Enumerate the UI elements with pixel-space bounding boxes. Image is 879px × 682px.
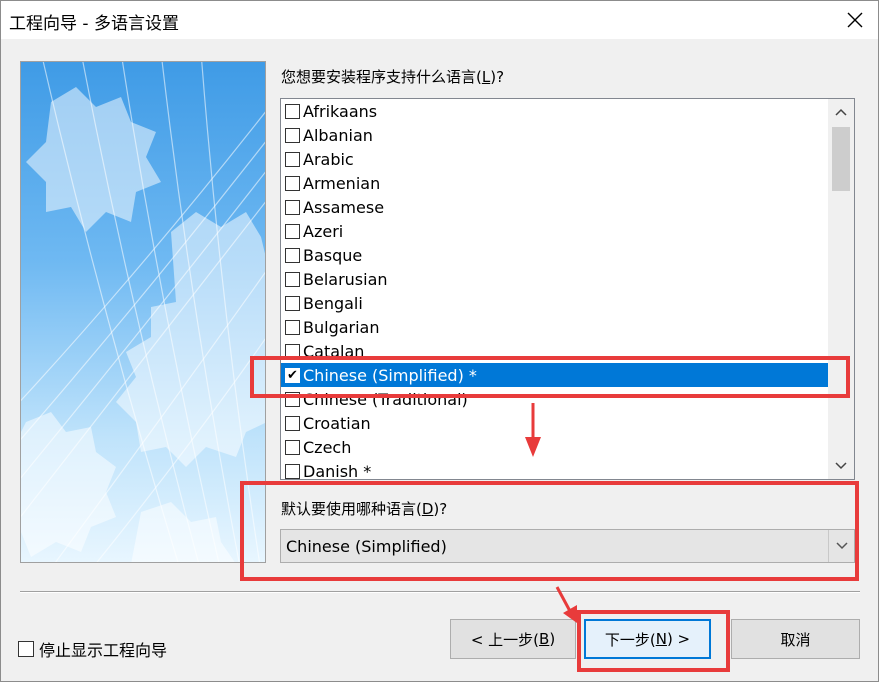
language-label: Assamese: [303, 197, 385, 217]
list-item[interactable]: Bengali: [281, 291, 829, 315]
stop-wizard-label: 停止显示工程向导: [39, 641, 168, 660]
title-bar: 工程向导 - 多语言设置: [1, 1, 878, 39]
language-checkbox[interactable]: [285, 103, 300, 119]
list-item[interactable]: Afrikaans: [281, 99, 829, 123]
dropdown-toggle[interactable]: [828, 530, 854, 562]
close-button[interactable]: [832, 1, 878, 39]
back-button[interactable]: < 上一步(B): [450, 619, 576, 659]
language-list: Afrikaans Albanian Arabic Armenian Assamese A…: [281, 99, 829, 480]
footer-separator: [20, 591, 860, 593]
list-item[interactable]: Assamese: [281, 195, 829, 219]
language-question-label: 您想要安装程序支持什么语言(L)?: [281, 68, 505, 86]
language-checkbox[interactable]: [285, 151, 300, 167]
language-checkbox[interactable]: [285, 391, 300, 407]
language-checkbox[interactable]: [285, 271, 300, 287]
close-icon: [847, 12, 863, 28]
language-checkbox[interactable]: [285, 127, 300, 143]
list-item[interactable]: Belarusian: [281, 267, 829, 291]
language-label: Croatian: [303, 413, 371, 433]
language-label: Bulgarian: [303, 317, 380, 337]
language-checkbox[interactable]: [285, 319, 300, 335]
list-item[interactable]: Czech: [281, 435, 829, 459]
checkbox-box[interactable]: [18, 641, 34, 657]
language-checkbox[interactable]: [285, 463, 300, 479]
list-item[interactable]: Albanian: [281, 123, 829, 147]
language-checkbox[interactable]: [285, 295, 300, 311]
list-item[interactable]: Catalan: [281, 339, 829, 363]
language-listbox[interactable]: Afrikaans Albanian Arabic Armenian Assamese A…: [280, 98, 855, 480]
vertical-scrollbar[interactable]: [828, 99, 854, 479]
list-item[interactable]: Bulgarian: [281, 315, 829, 339]
language-checkbox[interactable]: [285, 439, 300, 455]
list-item[interactable]: Chinese (Traditional): [281, 387, 829, 411]
language-checkbox[interactable]: [285, 175, 300, 191]
list-item[interactable]: ✔ Chinese (Simplified) *: [281, 363, 829, 387]
language-label: Danish *: [303, 461, 372, 480]
next-button[interactable]: 下一步(N) >: [584, 619, 711, 659]
list-item[interactable]: Croatian: [281, 411, 829, 435]
chevron-down-icon: [835, 542, 848, 550]
scroll-up-button[interactable]: [828, 101, 854, 123]
language-label: Armenian: [303, 173, 381, 193]
language-label: Catalan: [303, 341, 365, 361]
language-label: Chinese (Simplified) *: [303, 365, 477, 385]
language-checkbox[interactable]: [285, 247, 300, 263]
list-item[interactable]: Armenian: [281, 171, 829, 195]
language-label: Basque: [303, 245, 363, 265]
wizard-banner-image: [20, 61, 266, 563]
scroll-thumb[interactable]: [832, 127, 850, 191]
list-item[interactable]: Basque: [281, 243, 829, 267]
language-checkbox[interactable]: [285, 415, 300, 431]
wizard-window: 工程向导 - 多语言设置 您想要安装程序支持什么语言(L)? Afrikaans…: [0, 0, 879, 682]
default-language-dropdown[interactable]: Chinese (Simplified): [280, 529, 855, 563]
language-label: Arabic: [303, 149, 354, 169]
language-label: Czech: [303, 437, 352, 457]
window-title: 工程向导 - 多语言设置: [9, 14, 179, 34]
language-label: Albanian: [303, 125, 373, 145]
language-checkbox[interactable]: [285, 223, 300, 239]
default-language-value: Chinese (Simplified): [286, 537, 447, 556]
default-language-label: 默认要使用哪种语言(D)?: [281, 500, 448, 518]
scroll-down-button[interactable]: [828, 455, 854, 477]
chevron-up-icon: [835, 108, 847, 116]
cancel-button[interactable]: 取消: [731, 619, 860, 659]
language-label: Chinese (Traditional): [303, 389, 468, 409]
list-item[interactable]: Danish *: [281, 459, 829, 480]
stop-wizard-checkbox[interactable]: 停止显示工程向导: [18, 637, 167, 661]
language-label: Bengali: [303, 293, 363, 313]
language-checkbox[interactable]: [285, 343, 300, 359]
language-label: Belarusian: [303, 269, 388, 289]
chevron-down-icon: [835, 462, 847, 470]
list-item[interactable]: Azeri: [281, 219, 829, 243]
language-label: Azeri: [303, 221, 344, 241]
list-item[interactable]: Arabic: [281, 147, 829, 171]
language-checkbox[interactable]: ✔: [285, 367, 300, 383]
language-label: Afrikaans: [303, 101, 378, 121]
language-checkbox[interactable]: [285, 199, 300, 215]
